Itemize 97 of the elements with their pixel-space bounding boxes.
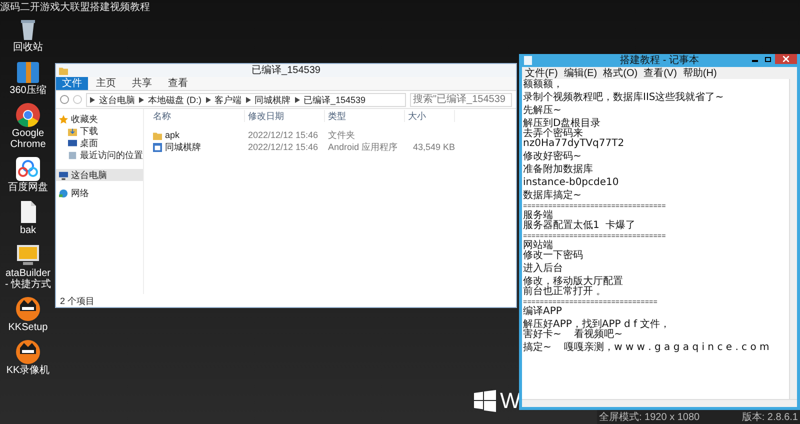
- mascot-icon: [15, 296, 41, 322]
- text-line: 前台也正常打开 。: [523, 287, 608, 297]
- column-header[interactable]: 名称: [150, 110, 245, 122]
- chevron-icon: [246, 96, 250, 102]
- text-line: 修改，移动版大厅配置: [523, 277, 624, 287]
- nav-item[interactable]: 收藏夹: [56, 113, 143, 125]
- folder-icon: [153, 130, 162, 140]
- text-line: 解压到D盘根目录: [523, 119, 602, 129]
- desktop-icon-label[interactable]: bak: [20, 225, 36, 236]
- desktop-icon-label[interactable]: 360压缩: [10, 85, 46, 96]
- notepad-icon: [524, 56, 532, 65]
- close-icon: [783, 56, 789, 62]
- address-bar[interactable]: 这台电脑 本地磁盘 (D:) 客户端 同城棋牌 已编译_154539: [86, 92, 406, 106]
- chrome-icon: [15, 102, 41, 128]
- breadcrumb[interactable]: 客户端: [214, 94, 242, 106]
- column-header[interactable]: 类型: [325, 110, 405, 122]
- desktop-icon-label[interactable]: 百度网盘: [8, 182, 48, 193]
- status-text: 2 个项目: [60, 294, 95, 306]
- menu-item[interactable]: 格式(O): [603, 68, 638, 78]
- windows-logo-icon: [474, 390, 496, 412]
- app-icon: [153, 142, 162, 152]
- maximize-button[interactable]: [762, 54, 774, 64]
- version-text: 版本: 2.8.6.1: [742, 412, 798, 422]
- text-line: 进入后台: [523, 264, 564, 274]
- menu-item[interactable]: 编辑(E): [564, 68, 598, 78]
- chevron-icon: [206, 96, 210, 102]
- column-header[interactable]: 修改日期: [245, 110, 325, 122]
- ribbon-tab[interactable]: 文件: [56, 77, 88, 90]
- text-line: 数据库搞定~: [523, 191, 582, 201]
- nav-item[interactable]: 桌面: [56, 137, 143, 149]
- breadcrumb[interactable]: 同城棋牌: [254, 94, 290, 106]
- ribbon-tab[interactable]: 查看: [160, 77, 196, 90]
- text-line: 修改好密码~: [523, 152, 582, 162]
- text-line: 准备附加数据库: [523, 165, 594, 175]
- text-line: 害好卡~ 看视频吧~: [523, 330, 624, 340]
- text-line: 额额额，: [523, 80, 564, 90]
- text-line: 服务器配置太低1 卡爆了: [523, 221, 637, 231]
- folder-icon: [59, 66, 68, 75]
- desktop-icon-label[interactable]: Google Chrome: [10, 128, 46, 150]
- file-name[interactable]: apk: [165, 129, 180, 141]
- text-line: 修改一下密码: [523, 251, 584, 261]
- text-line: 解压好APP，找到APP d f 文件，: [523, 320, 672, 330]
- text-line: 去弄个密码来: [523, 129, 583, 139]
- resolution-text: 全屏模式: 1920 x 1080: [599, 412, 700, 422]
- date-cell: 2022/12/12 15:46: [248, 130, 318, 140]
- computer-icon: [59, 170, 68, 180]
- file-name[interactable]: 同城棋牌: [165, 141, 201, 153]
- desktop-icon-label[interactable]: 回收站: [13, 42, 43, 53]
- window-title: 已编译_154539: [252, 64, 320, 76]
- breadcrumb[interactable]: 本地磁盘 (D:): [148, 94, 202, 106]
- window-title: 搭建教程 - 记事本: [620, 54, 699, 66]
- date-cell: 2022/12/12 15:46: [248, 142, 318, 152]
- size-cell: 43,549 KB: [412, 141, 455, 153]
- nav-item[interactable]: 这台电脑: [56, 169, 143, 181]
- text-line: instance-b0pcde10: [523, 178, 620, 188]
- chevron-icon: [90, 96, 95, 102]
- monitor-icon: [15, 242, 41, 268]
- star-icon: [59, 114, 68, 124]
- chevron-icon: [294, 96, 300, 102]
- ribbon-tab[interactable]: 共享: [124, 77, 160, 90]
- vertical-scrollbar[interactable]: [789, 79, 797, 399]
- back-icon[interactable]: [60, 95, 69, 104]
- close-button[interactable]: [775, 54, 797, 64]
- network-icon: [59, 188, 68, 198]
- folder-icon: [68, 126, 77, 136]
- wallpaper-text: W: [500, 390, 521, 412]
- column-header[interactable]: 大小: [405, 110, 455, 122]
- desktop-icon-label[interactable]: ataBuilder - 快捷方式: [4, 268, 52, 290]
- desktop-icon: [68, 138, 77, 148]
- recent-places-icon: [68, 150, 77, 160]
- cloud-icon: [15, 156, 41, 182]
- menu-item[interactable]: 查看(V): [644, 68, 677, 78]
- menu-item[interactable]: 文件(F): [525, 68, 558, 78]
- text-line: nz0Ha77dyTVq77T2: [523, 139, 626, 149]
- mascot-icon: [15, 339, 41, 365]
- desktop-icon-label[interactable]: KKSetup: [8, 322, 48, 333]
- breadcrumb[interactable]: 这台电脑: [99, 94, 135, 106]
- archive-icon: [15, 59, 41, 85]
- desktop-icon-label[interactable]: KK录像机: [6, 365, 50, 376]
- text-line: 编译APP: [523, 307, 563, 317]
- menu-item[interactable]: 帮助(H): [682, 68, 717, 78]
- type-cell: 文件夹: [328, 130, 355, 140]
- text-line: 网站端: [523, 241, 553, 251]
- text-line: 录制个视频教程吧，数据库IIS这些我就省了~: [523, 93, 725, 103]
- text-line: 搞定~ 嘎嘎亲测，w w w . g a g a q i n c e . c o m: [523, 343, 770, 353]
- breadcrumb[interactable]: 已编译_154539: [304, 94, 366, 106]
- ribbon-tab[interactable]: 主页: [88, 77, 124, 90]
- nav-item[interactable]: 网络: [56, 187, 143, 199]
- nav-item[interactable]: 最近访问的位置: [56, 149, 143, 161]
- nav-item[interactable]: 下载: [56, 125, 143, 137]
- horizontal-scrollbar[interactable]: [522, 399, 797, 407]
- search-field[interactable]: 搜索"已编译_154539: [410, 92, 512, 106]
- text-line: 服务端: [523, 211, 554, 221]
- video-title: 源码二开游戏大联盟搭建视频教程: [0, 2, 150, 14]
- text-line: 先解压~: [523, 106, 562, 116]
- chevron-icon: [139, 96, 144, 102]
- type-cell: Android 应用程序: [328, 142, 398, 152]
